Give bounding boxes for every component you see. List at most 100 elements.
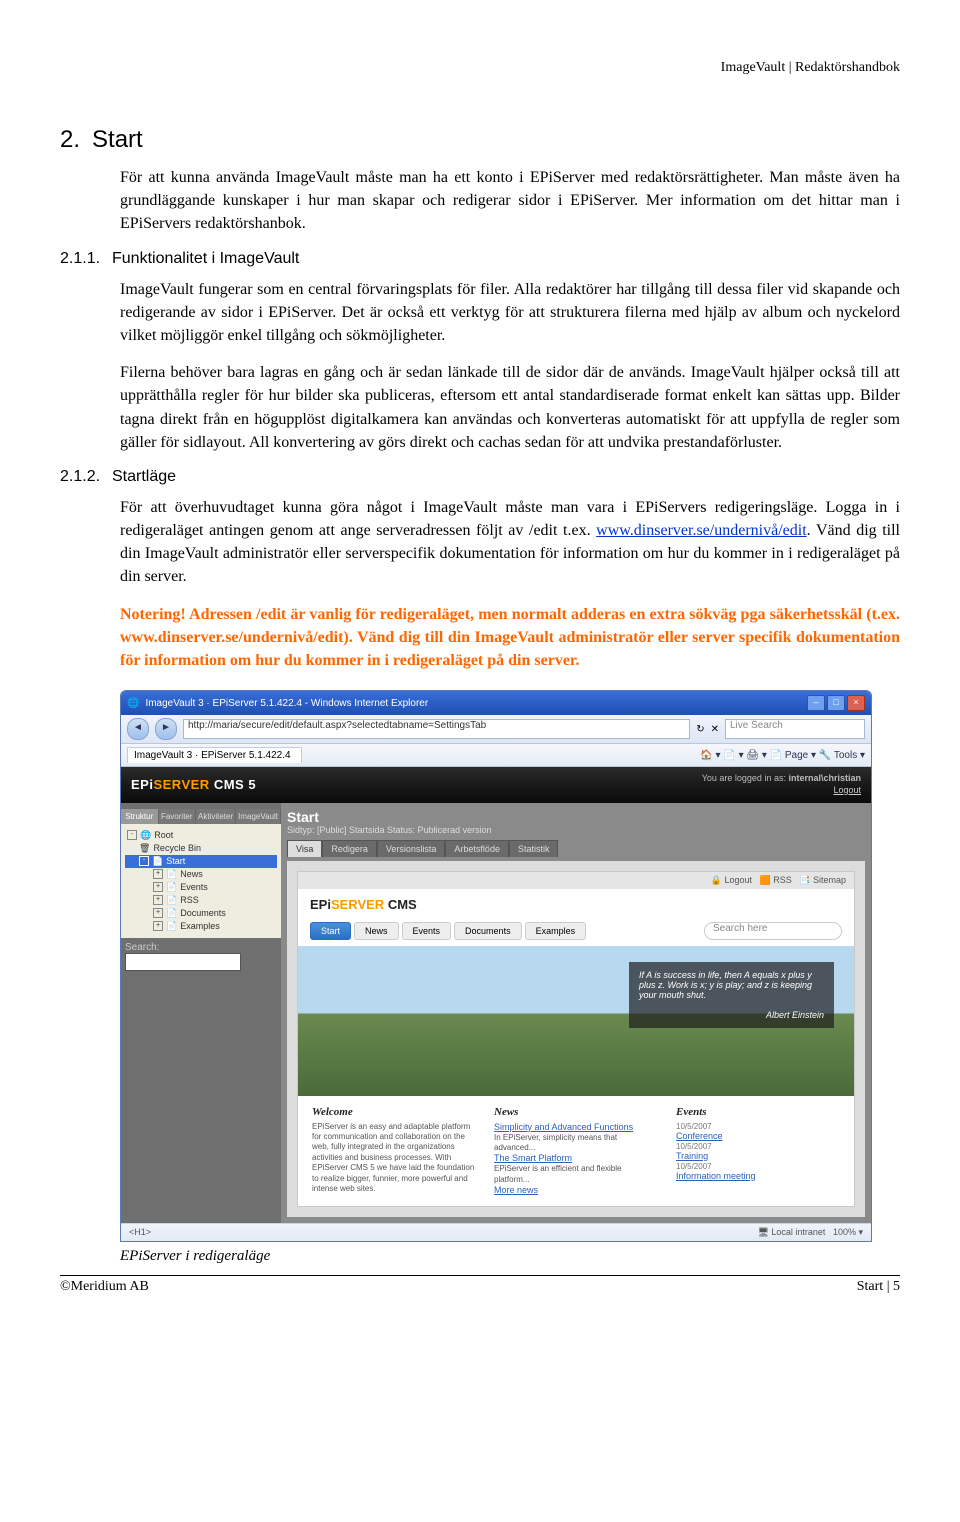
site-preview: 🔒 Logout 🟧 RSS 📑 Sitemap EPiSERVER CMS (297, 871, 855, 1208)
tree-item-root[interactable]: -🌐 Root (125, 829, 277, 842)
toplink-logout[interactable]: 🔒 Logout (711, 875, 752, 885)
footer-copyright: ©Meridium AB (60, 1279, 149, 1295)
tab-statistik[interactable]: Statistik (509, 840, 559, 857)
note-paragraph: Notering! Adressen /edit är vanlig för r… (120, 603, 900, 673)
tab-redigera[interactable]: Redigera (322, 840, 377, 857)
site-nav: Start News Events Documents Examples Sea… (298, 916, 854, 946)
news-desc-1: In EPiServer, simplicity means that adva… (494, 1133, 658, 1154)
logo-part-server: SERVER (153, 777, 209, 792)
heading-title: Funktionalitet i ImageVault (112, 250, 299, 267)
events-heading: Events (676, 1106, 840, 1118)
status-zone: Local intranet (771, 1227, 825, 1237)
sidebar-tab-favoriter[interactable]: Favoriter (159, 809, 197, 824)
intro-paragraph: För att kunna använda ImageVault måste m… (120, 166, 900, 236)
tree-item-recyclebin[interactable]: 🗑 Recycle Bin (125, 842, 277, 855)
nav-start[interactable]: Start (310, 922, 351, 940)
logged-in-user: internal\christian (788, 773, 861, 783)
news-link-1[interactable]: Simplicity and Advanced Functions (494, 1122, 633, 1132)
heading-number: 2. (60, 126, 80, 153)
logo-part-cms5: CMS 5 (210, 777, 256, 792)
sidebar-search: Search: (121, 938, 281, 975)
zone-icon: 🖥 (757, 1227, 768, 1237)
content-area: Start Sidtyp: [Public] Startsida Status:… (281, 803, 871, 1224)
heading-number: 2.1.1. (60, 250, 112, 268)
tab-visa[interactable]: Visa (287, 840, 322, 857)
screenshot-episerver-editmode: 🌐 ImageVault 3 · EPiServer 5.1.422.4 - W… (120, 690, 872, 1242)
footer-pagenum: Start | 5 (857, 1279, 900, 1295)
heading-level-3-startmode: 2.1.2.Startläge (60, 468, 900, 486)
nav-examples[interactable]: Examples (525, 922, 587, 940)
site-logo: EPiSERVER CMS (310, 897, 417, 912)
ie-icon: 🌐 (127, 698, 139, 709)
stop-icon[interactable]: ✕ (711, 724, 719, 735)
heading-number: 2.1.2. (60, 468, 112, 486)
refresh-icon[interactable]: ↻ (696, 724, 704, 735)
tree-item-events[interactable]: +📄 Events (125, 881, 277, 894)
tree-item-start[interactable]: -📄 Start (125, 855, 277, 868)
event-date-3: 10/5/2007 (676, 1162, 840, 1171)
tree-item-news[interactable]: +📄 News (125, 868, 277, 881)
minimize-icon[interactable]: – (807, 695, 825, 711)
sidebar-tab-struktur[interactable]: Struktur (121, 809, 159, 824)
forward-icon[interactable]: ► (155, 718, 177, 740)
content-tabs: Visa Redigera Versionslista Arbetsflöde … (287, 840, 865, 857)
tab-versionslista[interactable]: Versionslista (377, 840, 446, 857)
logout-link[interactable]: Logout (833, 785, 861, 795)
window-controls[interactable]: – □ × (807, 695, 865, 711)
running-header: ImageVault | Redaktörshandbok (60, 60, 900, 76)
sidebar-tab-imagevault[interactable]: ImageVault (236, 809, 281, 824)
startmode-paragraph: För att överhuvudtaget kunna göra något … (120, 496, 900, 589)
status-left: <H1> (129, 1227, 151, 1238)
tree-item-rss[interactable]: +📄 RSS (125, 894, 277, 907)
tree-item-examples[interactable]: +📄 Examples (125, 920, 277, 933)
event-date-1: 10/5/2007 (676, 1122, 840, 1131)
toplink-sitemap[interactable]: 📑 Sitemap (799, 875, 846, 885)
news-desc-2: EPiServer is an efficient and flexible p… (494, 1164, 658, 1185)
heading-title: Start (92, 126, 143, 153)
browser-search-field[interactable]: Live Search (725, 719, 865, 739)
tab-arbetsflode[interactable]: Arbetsflöde (445, 840, 509, 857)
heading-level-1: 2. Start (60, 126, 900, 154)
page-tree: -🌐 Root 🗑 Recycle Bin -📄 Start +📄 News +… (121, 824, 281, 938)
event-link-1[interactable]: Conference (676, 1131, 723, 1141)
back-icon[interactable]: ◄ (127, 718, 149, 740)
example-url-link[interactable]: www.dinserver.se/undernivå/edit (596, 522, 806, 539)
browser-tab-bar: ImageVault 3 · EPiServer 5.1.422.4 🏠 ▾ 📄… (121, 744, 871, 767)
sidebar-tabs: Struktur Favoriter Aktiviteter ImageVaul… (121, 809, 281, 824)
functionality-paragraph-1: ImageVault fungerar som en central förva… (120, 278, 900, 348)
col-news: News Simplicity and Advanced Functions I… (494, 1106, 658, 1197)
browser-address-bar: ◄ ► http://maria/secure/edit/default.asp… (121, 715, 871, 744)
hero-quote: If A is success in life, then A equals x… (629, 962, 834, 1028)
welcome-heading: Welcome (312, 1106, 476, 1118)
tree-item-documents[interactable]: +📄 Documents (125, 907, 277, 920)
functionality-paragraph-2: Filerna behöver bara lagras en gång och … (120, 361, 900, 454)
news-more-link[interactable]: More news (494, 1185, 538, 1195)
content-meta: Sidtyp: [Public] Startsida Status: Publi… (287, 825, 492, 835)
sidebar-search-input[interactable] (125, 953, 241, 971)
site-search-field[interactable]: Search here (704, 922, 842, 940)
event-link-2[interactable]: Training (676, 1151, 708, 1161)
col-welcome: Welcome EPiServer is an easy and adaptab… (312, 1106, 476, 1197)
browser-tools[interactable]: 🏠 ▾ 📄 ▾ 🖨 ▾ 📄 Page ▾ 🔧 Tools ▾ (700, 750, 865, 761)
sidebar-tab-aktiviteter[interactable]: Aktiviteter (196, 809, 236, 824)
episerver-topbar: EPiSERVER CMS 5 You are logged in as: in… (121, 767, 871, 802)
close-icon[interactable]: × (847, 695, 865, 711)
url-field[interactable]: http://maria/secure/edit/default.aspx?se… (183, 719, 690, 739)
event-link-3[interactable]: Information meeting (676, 1171, 756, 1181)
nav-events[interactable]: Events (402, 922, 452, 940)
news-heading: News (494, 1106, 658, 1118)
status-zoom[interactable]: 100% ▾ (833, 1227, 863, 1237)
event-date-2: 10/5/2007 (676, 1142, 840, 1151)
col-events: Events 10/5/2007 Conference 10/5/2007 Tr… (676, 1106, 840, 1197)
browser-tab[interactable]: ImageVault 3 · EPiServer 5.1.422.4 (127, 747, 302, 763)
hero-image: If A is success in life, then A equals x… (298, 946, 854, 1096)
welcome-text: EPiServer is an easy and adaptable platf… (312, 1122, 476, 1195)
logo-part-epi: EPi (131, 777, 153, 792)
nav-documents[interactable]: Documents (454, 922, 522, 940)
logged-in-label: You are logged in as: (702, 773, 786, 783)
news-link-2[interactable]: The Smart Platform (494, 1153, 572, 1163)
maximize-icon[interactable]: □ (827, 695, 845, 711)
toplink-rss[interactable]: 🟧 RSS (760, 875, 792, 885)
quote-author: Albert Einstein (766, 1010, 824, 1020)
nav-news[interactable]: News (354, 922, 399, 940)
